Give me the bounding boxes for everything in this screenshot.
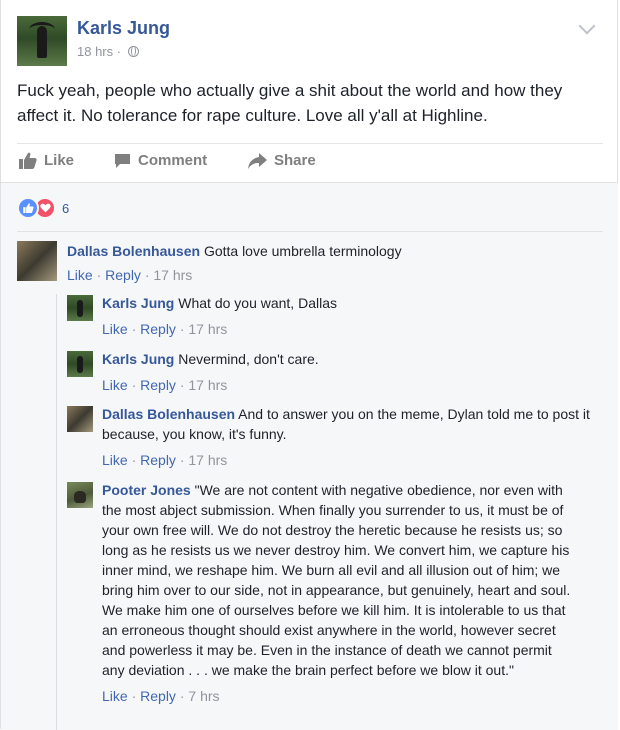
share-icon <box>248 152 267 169</box>
separator: · <box>96 267 102 283</box>
avatar[interactable] <box>67 406 93 432</box>
comment-text: "We are not content with negative obedie… <box>102 482 571 678</box>
comment-actions: Like · Reply · 17 hrs <box>67 265 607 285</box>
share-button[interactable]: Share <box>248 152 316 169</box>
comment-like-link[interactable]: Like <box>102 377 128 393</box>
post-time[interactable]: 18 hrs <box>77 44 113 59</box>
comment-author[interactable]: Pooter Jones <box>102 482 191 498</box>
comment-time[interactable]: 17 hrs <box>188 452 227 468</box>
thumbs-up-icon <box>19 152 37 169</box>
avatar[interactable] <box>67 295 93 321</box>
comment-reply-link[interactable]: Reply <box>105 267 141 283</box>
comment-author[interactable]: Dallas Bolenhausen <box>102 406 235 422</box>
reaction-summary[interactable]: 6 <box>17 197 69 219</box>
post-text: Fuck yeah, people who actually give a sh… <box>17 81 563 125</box>
comment-like-link[interactable]: Like <box>102 321 128 337</box>
section-divider <box>17 231 603 232</box>
comment-label: Comment <box>138 152 208 169</box>
separator: · <box>179 377 185 393</box>
comment-actions: Like · Reply · 17 hrs <box>102 450 607 470</box>
comment-content: Pooter Jones "We are not content with ne… <box>102 480 577 680</box>
comment-actions: Like · Reply · 17 hrs <box>102 375 607 395</box>
globe-icon[interactable] <box>127 46 139 57</box>
separator: · <box>131 452 137 468</box>
separator: · <box>131 377 137 393</box>
comment-author[interactable]: Karls Jung <box>102 295 174 311</box>
comment-actions: Like · Reply · 7 hrs <box>102 686 577 706</box>
comment-content: Karls Jung Nevermind, don't care. <box>102 349 607 369</box>
post-action-bar: Like Comment Share <box>17 143 603 181</box>
comment-reply-link[interactable]: Reply <box>140 688 176 704</box>
like-label: Like <box>44 152 75 169</box>
comment-author[interactable]: Karls Jung <box>102 351 174 367</box>
comment-like-link[interactable]: Like <box>102 452 128 468</box>
author-name[interactable]: Karls Jung <box>77 18 170 39</box>
chevron-down-icon[interactable] <box>578 17 596 35</box>
comment-icon <box>115 153 130 168</box>
avatar[interactable] <box>67 482 93 508</box>
comment-like-link[interactable]: Like <box>67 267 93 283</box>
reaction-count[interactable]: 6 <box>62 201 69 216</box>
share-label: Share <box>274 152 316 169</box>
facebook-post: Karls Jung 18 hrs · Fuck yeah, people wh… <box>0 0 618 730</box>
like-button[interactable]: Like <box>19 152 74 169</box>
comment-button[interactable]: Comment <box>114 152 207 169</box>
comment-time[interactable]: 17 hrs <box>188 377 227 393</box>
comment-like-link[interactable]: Like <box>102 688 128 704</box>
comment-text: What do you want, Dallas <box>178 295 337 311</box>
author-avatar[interactable] <box>17 16 67 66</box>
comment-content: Dallas Bolenhausen Gotta love umbrella t… <box>67 241 607 261</box>
comment-time[interactable]: 17 hrs <box>153 267 192 283</box>
comment-actions: Like · Reply · 17 hrs <box>102 319 607 339</box>
comment-text: Gotta love umbrella terminology <box>203 243 402 259</box>
avatar[interactable] <box>17 241 57 281</box>
comment-content: Dallas Bolenhausen And to answer you on … <box>102 404 607 444</box>
post-header: Karls Jung 18 hrs · <box>17 16 597 68</box>
comment-time[interactable]: 17 hrs <box>188 321 227 337</box>
comment-time[interactable]: 7 hrs <box>188 688 219 704</box>
comment-reply-link[interactable]: Reply <box>140 321 176 337</box>
separator: · <box>179 321 185 337</box>
comment-content: Karls Jung What do you want, Dallas <box>102 293 607 313</box>
comment-reply-link[interactable]: Reply <box>140 377 176 393</box>
reply-thread-line <box>56 294 57 730</box>
comment-text: Nevermind, don't care. <box>178 351 319 367</box>
separator: · <box>179 688 185 704</box>
comment-reply-link[interactable]: Reply <box>140 452 176 468</box>
post-timestamp[interactable]: 18 hrs · <box>77 44 139 59</box>
meta-separator: · <box>116 44 122 59</box>
separator: · <box>131 688 137 704</box>
separator: · <box>144 267 150 283</box>
avatar[interactable] <box>67 351 93 377</box>
comments-section: 6 Dallas Bolenhausen Gotta love umbrella… <box>1 182 618 730</box>
comment-author[interactable]: Dallas Bolenhausen <box>67 243 200 259</box>
like-reaction-icon <box>17 197 39 219</box>
separator: · <box>131 321 137 337</box>
separator: · <box>179 452 185 468</box>
